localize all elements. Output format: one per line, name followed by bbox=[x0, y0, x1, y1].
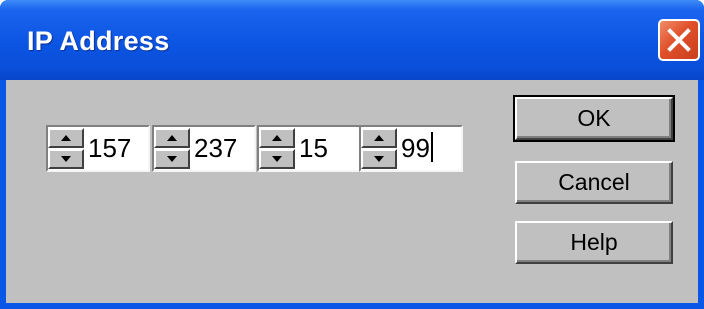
spin-down-button-4[interactable] bbox=[361, 149, 397, 169]
arrow-up-icon bbox=[167, 135, 177, 141]
ip-octet-field-1[interactable]: 157 bbox=[46, 125, 150, 172]
spin-down-button-2[interactable] bbox=[154, 149, 190, 169]
spin-up-button-3[interactable] bbox=[259, 128, 295, 148]
arrow-down-icon bbox=[272, 156, 282, 162]
ip-octet-field-2[interactable]: 237 bbox=[152, 125, 256, 172]
arrow-down-icon bbox=[61, 156, 71, 162]
ip-address-dialog: IP Address 157 237 15 99 OK Cancel Help bbox=[0, 0, 704, 309]
spin-down-button-3[interactable] bbox=[259, 149, 295, 169]
arrow-up-icon bbox=[374, 135, 384, 141]
ok-button[interactable]: OK bbox=[513, 95, 675, 142]
spinner-4 bbox=[361, 128, 397, 169]
text-caret bbox=[430, 132, 433, 162]
window-title: IP Address bbox=[27, 26, 170, 56]
spinner-2 bbox=[154, 128, 190, 169]
octet-value-1[interactable]: 157 bbox=[88, 130, 131, 166]
help-button[interactable]: Help bbox=[515, 221, 673, 264]
spin-down-button-1[interactable] bbox=[48, 149, 84, 169]
arrow-down-icon bbox=[374, 156, 384, 162]
spinner-1 bbox=[48, 128, 84, 169]
spin-up-button-2[interactable] bbox=[154, 128, 190, 148]
cancel-button[interactable]: Cancel bbox=[515, 161, 673, 204]
close-icon bbox=[667, 28, 691, 52]
spinner-3 bbox=[259, 128, 295, 169]
ip-octet-field-4[interactable]: 99 bbox=[359, 125, 463, 172]
dialog-body: 157 237 15 99 OK Cancel Help bbox=[6, 80, 698, 303]
octet-value-2[interactable]: 237 bbox=[194, 130, 237, 166]
spin-up-button-1[interactable] bbox=[48, 128, 84, 148]
octet-value-3[interactable]: 15 bbox=[299, 130, 328, 166]
ip-octet-field-3[interactable]: 15 bbox=[257, 125, 361, 172]
spin-up-button-4[interactable] bbox=[361, 128, 397, 148]
octet-value-4[interactable]: 99 bbox=[401, 130, 433, 166]
arrow-up-icon bbox=[61, 135, 71, 141]
close-button[interactable] bbox=[658, 19, 700, 61]
octet-value-4-text: 99 bbox=[401, 133, 430, 163]
arrow-down-icon bbox=[167, 156, 177, 162]
arrow-up-icon bbox=[272, 135, 282, 141]
title-bar[interactable]: IP Address bbox=[0, 0, 704, 80]
